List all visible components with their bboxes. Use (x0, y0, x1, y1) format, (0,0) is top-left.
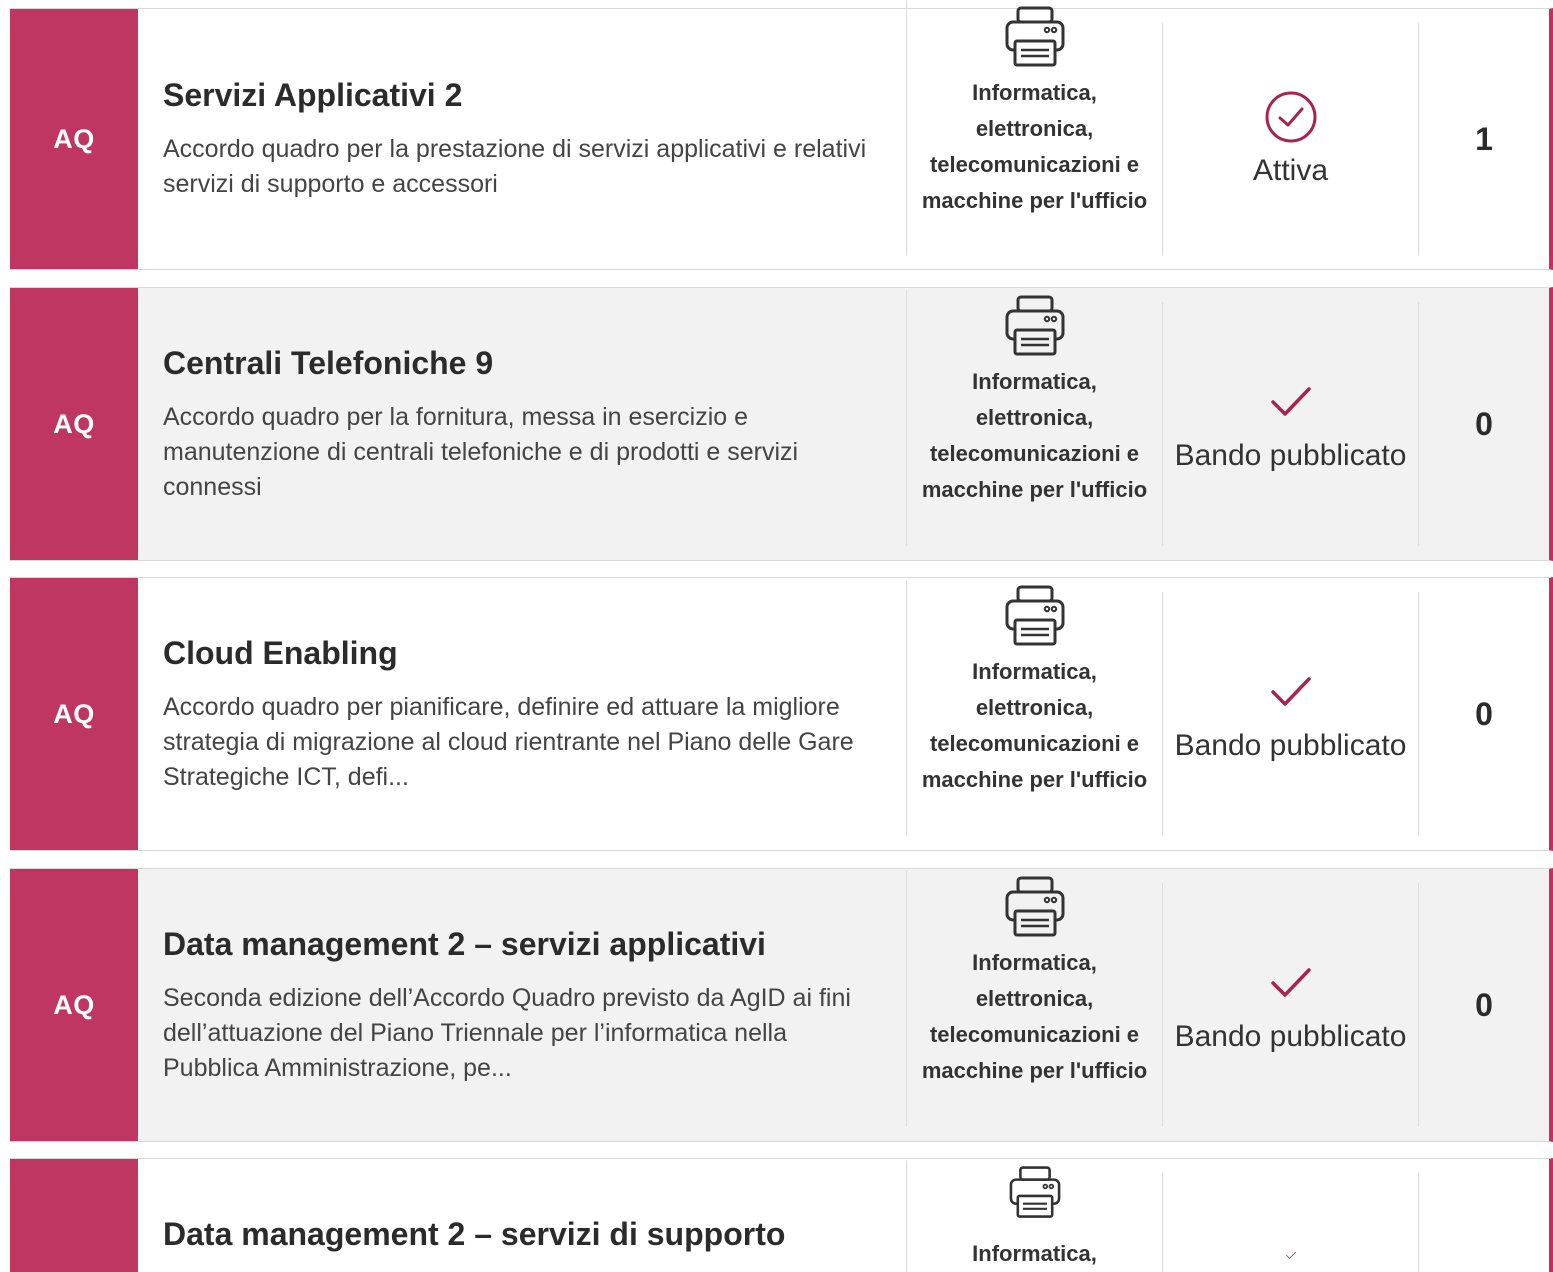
count-value: 0 (1418, 592, 1549, 836)
card-description: Accordo quadro per la prestazione di ser… (163, 135, 867, 198)
card-title[interactable]: Data management 2 – servizi di supporto (163, 1215, 876, 1253)
status-cell: Bando pubblicato (1162, 302, 1418, 546)
check-icon (1270, 968, 1311, 997)
card-title[interactable]: Servizi Applicativi 2 (163, 76, 876, 114)
printer-icon (1009, 1166, 1060, 1218)
category-cell: Informatica, elettronica, telecomunicazi… (906, 290, 1162, 546)
card-description: Seconda edizione dell’Accordo Quadro pre… (163, 983, 851, 1082)
count-value (1418, 1173, 1549, 1272)
count-value: 0 (1418, 883, 1549, 1127)
status-label: Bando pubblicato (1174, 1020, 1407, 1053)
card-main: Cloud Enabling Accordo quadro per pianif… (138, 578, 906, 850)
check-icon (1285, 1251, 1296, 1259)
type-badge: AQ (10, 288, 138, 560)
category-cell: Informatica, elettronica, telecomunicazi… (906, 1, 1162, 255)
type-badge: AQ (10, 869, 138, 1141)
printer-icon (1005, 585, 1064, 646)
status-cell: Bando pubblicato (1162, 592, 1418, 836)
card-title[interactable]: Cloud Enabling (163, 634, 876, 672)
status-cell: Attiva (1162, 23, 1418, 255)
card-main: Data management 2 – servizi di supporto (138, 1159, 906, 1272)
printer-icon (1005, 295, 1064, 356)
check-icon (1270, 387, 1311, 416)
card-title[interactable]: Centrali Telefoniche 9 (163, 344, 876, 382)
category-label: Informatica, elettronica, telecomunicazi… (921, 659, 1148, 792)
printer-icon (1005, 876, 1064, 937)
card-main: Centrali Telefoniche 9 Accordo quadro pe… (138, 288, 906, 560)
type-badge: AQ (10, 9, 138, 269)
card-description: Accordo quadro per pianificare, definire… (163, 692, 854, 791)
type-badge: AQ (10, 578, 138, 850)
initiative-card[interactable]: AQ Data management 2 – servizi applicati… (10, 868, 1553, 1142)
card-main: Data management 2 – servizi applicativi … (138, 869, 906, 1141)
card-main: Servizi Applicativi 2 Accordo quadro per… (138, 9, 906, 269)
initiative-card[interactable]: AQ Cloud Enabling Accordo quadro per pia… (10, 577, 1553, 851)
status-cell (1162, 1173, 1418, 1272)
card-description: Accordo quadro per la fornitura, messa i… (163, 402, 799, 501)
category-label: Informatica, elettronica, telecomunicazi… (921, 369, 1148, 502)
card-title[interactable]: Data management 2 – servizi applicativi (163, 925, 876, 963)
category-cell: Informatica, (906, 1161, 1162, 1272)
category-label: Informatica, elettronica, telecomunicazi… (921, 80, 1148, 213)
printer-icon (1005, 6, 1064, 67)
status-cell: Bando pubblicato (1162, 883, 1418, 1127)
initiative-card[interactable]: AQ Centrali Telefoniche 9 Accordo quadro… (10, 287, 1553, 561)
check-icon (1270, 677, 1311, 706)
status-label: Attiva (1252, 154, 1329, 187)
category-label: Informatica, (972, 1241, 1097, 1266)
count-value: 1 (1418, 23, 1549, 255)
initiative-card[interactable]: AQ Servizi Applicativi 2 Accordo quadro … (10, 1, 1553, 270)
category-label: Informatica, elettronica, telecomunicazi… (921, 950, 1148, 1083)
type-badge (10, 1159, 138, 1272)
count-value: 0 (1418, 302, 1549, 546)
category-cell: Informatica, elettronica, telecomunicazi… (906, 580, 1162, 836)
category-cell: Informatica, elettronica, telecomunicazi… (906, 871, 1162, 1127)
initiative-card[interactable]: Data management 2 – servizi di supporto … (10, 1158, 1553, 1272)
check-circle-icon (1265, 91, 1316, 143)
status-label: Bando pubblicato (1174, 439, 1407, 472)
status-label: Bando pubblicato (1174, 729, 1407, 762)
